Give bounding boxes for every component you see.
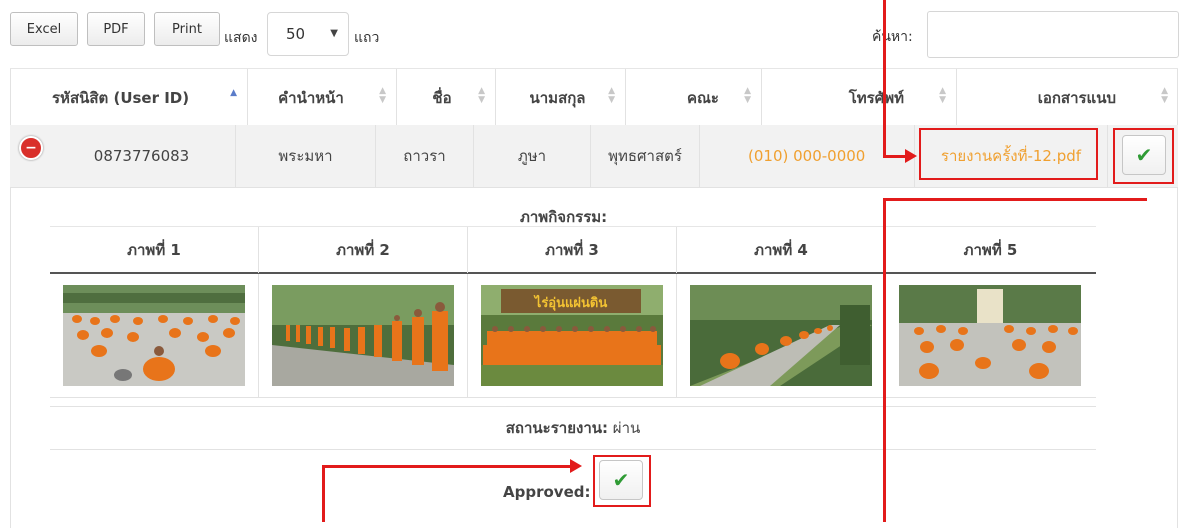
photo-cell-5: [886, 274, 1095, 397]
cell-last-name: ภูษา: [474, 125, 591, 187]
col-first-name[interactable]: ชื่อ ▲ ▼: [397, 69, 496, 126]
annotation-line: [883, 198, 1147, 201]
cell-user-id: 0873776083: [10, 125, 236, 187]
activity-photo-4[interactable]: [690, 285, 872, 386]
photo-cell-2: [259, 274, 468, 397]
photo-header-2: ภาพที่ 2: [259, 227, 468, 273]
annotation-line: [883, 155, 907, 158]
report-status: สถานะรายงาน: ผ่าน: [50, 406, 1096, 450]
col-label: โทรศัพท์: [848, 88, 904, 107]
col-faculty[interactable]: คณะ ▲ ▼: [626, 69, 762, 126]
search-input[interactable]: [927, 11, 1179, 58]
activity-photo-2[interactable]: [272, 285, 454, 386]
col-label: นามสกุล: [529, 88, 586, 107]
page-size-select[interactable]: 50 ▼: [267, 12, 349, 56]
arrow-right-icon: [905, 149, 917, 163]
attachment-highlight-box: [919, 128, 1098, 180]
photo-header-5: ภาพที่ 5: [963, 241, 1018, 259]
col-label: เอกสารแนบ: [1037, 88, 1116, 107]
photo-cell-4: [677, 274, 886, 397]
status-value: ผ่าน: [612, 419, 641, 437]
sort-arrows-icon: ▲ ▼: [744, 86, 751, 105]
photo-cell-1: [50, 274, 259, 397]
sort-arrows-icon: ▲ ▼: [1161, 86, 1168, 105]
row-check-highlight-box: [1113, 128, 1174, 184]
sort-arrows-icon: ▲ ▼: [608, 86, 615, 105]
sort-arrows-icon: ▲ ▼: [379, 86, 386, 105]
annotation-line: [883, 0, 886, 157]
col-prefix[interactable]: คำนำหน้า ▲ ▼: [248, 69, 397, 126]
activity-photo-1[interactable]: [63, 285, 245, 386]
arrow-right-icon: [570, 459, 582, 473]
minus-circle-icon[interactable]: −: [19, 136, 43, 160]
page-size-value: 50: [286, 25, 306, 43]
activity-photo-3[interactable]: ไร่อุ่นแผ่นดิน: [481, 285, 663, 386]
approve-highlight-box: [593, 455, 651, 507]
col-phone[interactable]: โทรศัพท์ ▲ ▼: [762, 69, 957, 126]
show-label: แสดง: [224, 30, 258, 46]
col-label: รหัสนิสิต (User ID): [52, 88, 190, 107]
col-label: คณะ: [686, 88, 719, 107]
caret-down-icon: ▼: [330, 28, 338, 39]
photo3-sign-text: ไร่อุ่นแผ่นดิน: [533, 294, 608, 311]
photo-header-4: ภาพที่ 4: [677, 227, 886, 273]
photo-cell-3: ไร่อุ่นแผ่นดิน: [468, 274, 677, 397]
col-attachment[interactable]: เอกสารแนบ ▲ ▼: [957, 69, 1178, 126]
cell-faculty: พุทธศาสตร์: [591, 125, 700, 187]
table-header: รหัสนิสิต (User ID) ▲ คำนำหน้า ▲ ▼ ชื่อ ▲…: [10, 68, 1178, 126]
excel-button[interactable]: Excel: [10, 12, 78, 46]
sort-arrows-icon: ▲: [230, 88, 237, 98]
cell-first-name: ถาวรา: [376, 125, 474, 187]
activity-photo-5[interactable]: [899, 285, 1081, 386]
photo-table-header: ภาพที่ 1 ภาพที่ 2 ภาพที่ 3 ภาพที่ 4 ภาพท…: [50, 226, 1096, 274]
search-label: ค้นหา:: [872, 29, 913, 45]
status-label: สถานะรายงาน:: [505, 419, 608, 437]
print-button[interactable]: Print: [154, 12, 220, 46]
photo-row: ไร่อุ่นแผ่นดิน: [50, 274, 1096, 398]
pdf-button[interactable]: PDF: [87, 12, 145, 46]
sort-arrows-icon: ▲ ▼: [939, 86, 946, 105]
photo-header-3: ภาพที่ 3: [468, 227, 677, 273]
col-user-id[interactable]: รหัสนิสิต (User ID) ▲: [10, 69, 248, 126]
annotation-line: [322, 465, 325, 522]
annotation-line: [883, 198, 886, 522]
approved-label: Approved:: [503, 483, 591, 501]
cell-prefix: พระมหา: [236, 125, 376, 187]
rows-label: แถว: [354, 30, 380, 46]
col-label: คำนำหน้า: [278, 88, 344, 107]
sort-arrows-icon: ▲ ▼: [478, 86, 485, 105]
annotation-line: [322, 465, 572, 468]
col-last-name[interactable]: นามสกุล ▲ ▼: [496, 69, 626, 126]
col-label: ชื่อ: [432, 88, 452, 107]
photo-header-1: ภาพที่ 1: [50, 227, 259, 273]
